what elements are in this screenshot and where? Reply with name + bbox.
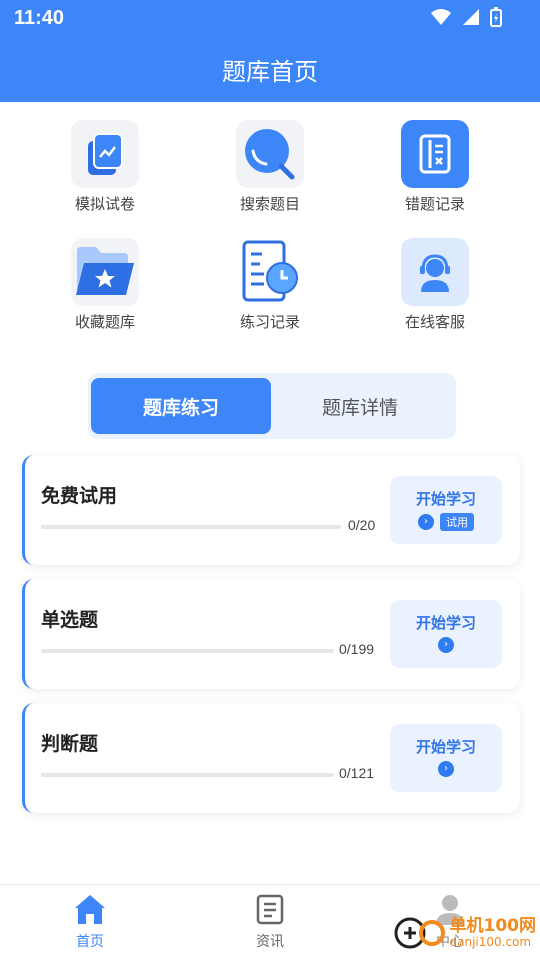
header-bar: 11:40 题库首页 [0, 0, 540, 102]
page-title: 题库首页 [222, 58, 318, 86]
card-free-trial[interactable]: 免费试用 0/20 开始学习 › 试用 [22, 455, 520, 565]
start-learning-button[interactable]: 开始学习 › 试用 [390, 476, 502, 544]
progress-bar [41, 649, 334, 653]
shortcut-search[interactable]: 搜索题目 [205, 120, 335, 214]
status-icons [430, 7, 502, 27]
status-time: 11:40 [14, 7, 65, 29]
trial-badge: 试用 [440, 513, 474, 531]
practice-clock-icon [236, 238, 304, 306]
customer-service-icon [401, 238, 469, 306]
watermark: 单机100网 danji100.com [394, 915, 537, 951]
progress-count: 0/20 [348, 517, 376, 533]
nav-label: 首页 [76, 934, 104, 950]
wrong-record-icon [401, 120, 469, 188]
shortcut-favorites[interactable]: 收藏题库 [40, 238, 170, 332]
battery-icon [490, 7, 502, 27]
home-icon [75, 895, 105, 924]
nav-news[interactable]: 资讯 [225, 893, 315, 951]
progress-bar [41, 525, 341, 529]
progress-count: 0/121 [339, 765, 375, 781]
news-icon [256, 894, 284, 925]
tab-practice[interactable]: 题库练习 [91, 378, 271, 434]
bottom-nav: 首页 资讯 中心 单机100网 danji100.com [0, 884, 540, 960]
card-true-false[interactable]: 判断题 0/121 开始学习 › [22, 703, 520, 813]
shortcut-customer-service[interactable]: 在线客服 [370, 238, 500, 332]
card-title: 免费试用 [41, 485, 118, 507]
tab-details[interactable]: 题库详情 [270, 378, 450, 434]
start-learning-label: 开始学习 [415, 738, 476, 756]
chevron-right-icon: › [438, 761, 454, 777]
start-learning-label: 开始学习 [415, 490, 476, 508]
shortcut-label: 错题记录 [404, 195, 465, 213]
card-single-choice[interactable]: 单选题 0/199 开始学习 › [22, 579, 520, 689]
signal-icon [463, 9, 479, 25]
nav-home[interactable]: 首页 [45, 893, 135, 951]
shortcut-label: 模拟试卷 [74, 195, 135, 213]
chevron-right-icon: › [438, 637, 454, 653]
shortcut-label: 练习记录 [239, 313, 300, 331]
progress-count: 0/199 [339, 641, 375, 657]
search-icon [236, 120, 304, 188]
watermark-logo-icon [394, 917, 445, 949]
watermark-url: danji100.com [449, 934, 532, 949]
exam-paper-icon [71, 120, 139, 188]
segment-tabs: 题库练习 题库详情 [88, 373, 456, 439]
watermark-text: 单机100网 [449, 916, 537, 937]
shortcut-label: 搜索题目 [239, 195, 300, 213]
shortcut-label: 收藏题库 [74, 313, 135, 331]
shortcut-wrong-record[interactable]: 错题记录 [370, 120, 500, 214]
chevron-right-icon: › [418, 514, 434, 530]
start-learning-button[interactable]: 开始学习 › [390, 600, 502, 668]
start-learning-label: 开始学习 [415, 614, 476, 632]
shortcut-mock-exam[interactable]: 模拟试卷 [40, 120, 170, 214]
start-learning-button[interactable]: 开始学习 › [390, 724, 502, 792]
wifi-icon [431, 9, 451, 25]
folder-star-icon [71, 238, 139, 306]
nav-label: 资讯 [256, 934, 284, 950]
card-title: 判断题 [41, 733, 99, 755]
shortcut-label: 在线客服 [404, 313, 465, 331]
progress-bar [41, 773, 334, 777]
shortcut-practice-record[interactable]: 练习记录 [205, 238, 335, 332]
card-title: 单选题 [41, 609, 99, 631]
